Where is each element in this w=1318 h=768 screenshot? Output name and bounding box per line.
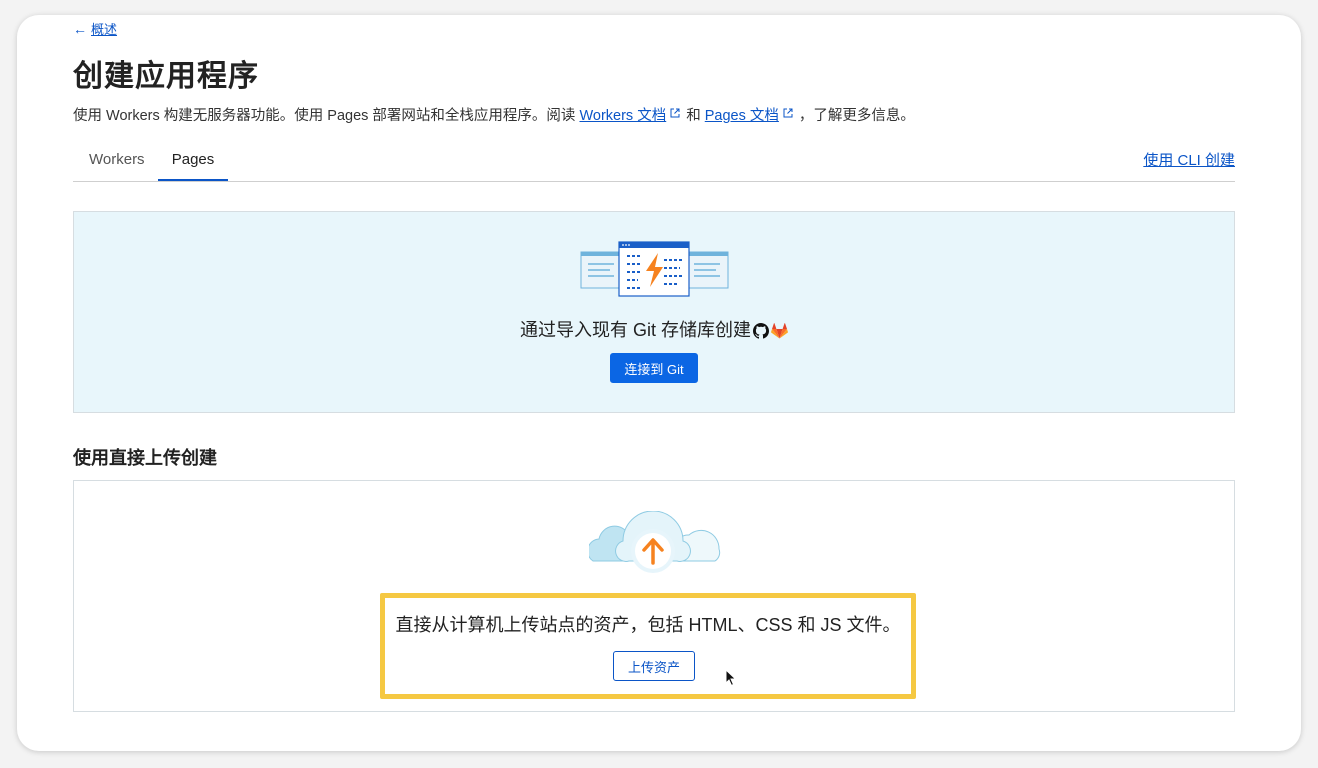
github-icon — [753, 323, 769, 339]
tab-workers[interactable]: Workers — [89, 151, 145, 181]
mouse-cursor-icon — [725, 669, 737, 687]
tab-pages[interactable]: Pages — [158, 151, 228, 181]
pages-illustration-icon — [580, 241, 729, 297]
git-import-text: 通过导入现有 Git 存储库创建 — [74, 316, 1234, 342]
git-import-card: 通过导入现有 Git 存储库创建 连接到 Git — [73, 211, 1235, 413]
git-import-label: 通过导入现有 Git 存储库创建 — [519, 320, 751, 340]
direct-upload-heading: 使用直接上传创建 — [73, 448, 217, 468]
gitlab-icon — [771, 323, 788, 339]
breadcrumb[interactable]: ← 概述 — [73, 19, 117, 38]
direct-upload-card: 直接从计算机上传站点的资产，包括 HTML、CSS 和 JS 文件。 上传资产 — [73, 480, 1235, 712]
back-link[interactable]: 概述 — [91, 19, 117, 38]
connect-git-button[interactable]: 连接到 Git — [610, 353, 698, 383]
page-description: 使用 Workers 构建无服务器功能。使用 Pages 部署网站和全栈应用程序… — [73, 104, 915, 125]
direct-upload-text: 直接从计算机上传站点的资产，包括 HTML、CSS 和 JS 文件。 — [395, 615, 901, 635]
pages-docs-link[interactable]: Pages 文档 — [705, 108, 779, 124]
upload-cloud-icon — [589, 511, 721, 573]
tab-bar: Workers Pages 使用 CLI 创建 — [73, 147, 1235, 182]
workers-docs-link[interactable]: Workers 文档 — [579, 108, 666, 124]
app-window: ← 概述 创建应用程序 使用 Workers 构建无服务器功能。使用 Pages… — [17, 15, 1301, 751]
page-title: 创建应用程序 — [73, 60, 259, 93]
description-and: 和 — [686, 108, 705, 124]
description-suffix: ，了解更多信息。 — [798, 108, 915, 124]
external-link-icon[interactable] — [783, 108, 793, 118]
upload-assets-button[interactable]: 上传资产 — [613, 651, 695, 681]
description-text: 使用 Workers 构建无服务器功能。使用 Pages 部署网站和全栈应用程序… — [73, 108, 580, 124]
create-with-cli-link[interactable]: 使用 CLI 创建 — [1143, 149, 1235, 170]
external-link-icon[interactable] — [670, 108, 680, 118]
highlight-box — [380, 593, 916, 699]
back-arrow-icon[interactable]: ← — [73, 21, 87, 37]
